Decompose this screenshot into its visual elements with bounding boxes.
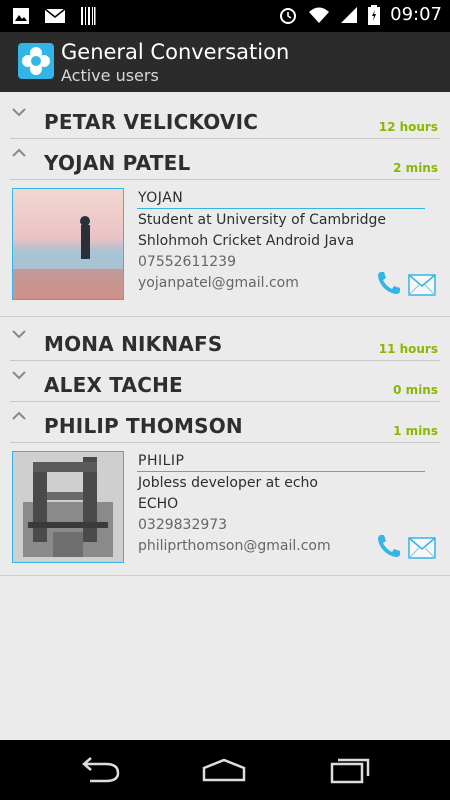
group-name: PETAR VELICKOVIC <box>44 110 259 134</box>
last-active-time: 1 mins <box>393 424 438 438</box>
contact-email[interactable]: philiprthomson@gmail.com <box>138 538 331 554</box>
chevron-down-icon <box>12 108 26 117</box>
battery-icon <box>368 4 381 25</box>
signal-icon <box>341 6 358 23</box>
contact-phone[interactable]: 0329832973 <box>138 517 227 533</box>
name-underline <box>137 471 425 472</box>
last-active-time: 12 hours <box>378 120 438 134</box>
group-header-mona[interactable]: MONA NIKNAFS 11 hours <box>0 320 450 361</box>
avatar <box>12 188 124 300</box>
status-bar: 09:07 <box>0 0 450 32</box>
group-name: ALEX TACHE <box>44 373 183 397</box>
divider <box>10 442 440 443</box>
mail-icon <box>44 8 66 23</box>
contact-details-yojan: YOJAN Student at University of Cambridge… <box>0 184 450 324</box>
contact-interests: Shlohmoh Cricket Android Java <box>138 233 355 249</box>
email-icon[interactable] <box>408 274 436 296</box>
divider <box>0 316 450 317</box>
wifi-icon <box>309 7 330 23</box>
email-icon[interactable] <box>408 537 436 559</box>
contact-name: PHILIP <box>138 453 185 469</box>
contact-phone[interactable]: 07552611239 <box>138 254 236 270</box>
contact-name: YOJAN <box>138 190 184 206</box>
last-active-time: 0 mins <box>393 383 438 397</box>
divider <box>0 575 450 576</box>
app-logo-icon[interactable] <box>18 43 54 79</box>
contact-interests: ECHO <box>138 496 179 512</box>
contact-email[interactable]: yojanpatel@gmail.com <box>138 275 299 291</box>
gallery-icon <box>13 8 29 24</box>
phone-icon[interactable] <box>376 533 402 559</box>
user-list: PETAR VELICKOVIC 12 hours YOJAN PATEL 2 … <box>0 92 450 740</box>
back-icon[interactable] <box>76 754 124 786</box>
barcode-icon <box>81 7 96 25</box>
group-header-philip[interactable]: PHILIP THOMSON 1 mins <box>0 402 450 443</box>
group-name: MONA NIKNAFS <box>44 332 223 356</box>
contact-details-philip: PHILIP Jobless developer at echo ECHO 03… <box>0 447 450 587</box>
chevron-up-icon <box>12 411 26 420</box>
alarm-icon <box>280 7 297 24</box>
recent-apps-icon[interactable] <box>326 754 374 786</box>
action-bar: General Conversation Active users <box>0 32 450 92</box>
contact-occupation: Student at University of Cambridge <box>138 212 387 228</box>
last-active-time: 11 hours <box>378 342 438 356</box>
group-header-alex[interactable]: ALEX TACHE 0 mins <box>0 361 450 402</box>
page-subtitle: Active users <box>61 66 159 85</box>
name-underline <box>137 208 425 209</box>
page-title: General Conversation <box>61 40 290 64</box>
navigation-bar <box>0 740 450 800</box>
group-name: YOJAN PATEL <box>44 151 191 175</box>
phone-icon[interactable] <box>376 270 402 296</box>
clock: 09:07 <box>390 4 442 25</box>
chevron-down-icon <box>12 371 26 380</box>
contact-occupation: Jobless developer at echo <box>138 475 318 491</box>
last-active-time: 2 mins <box>393 161 438 175</box>
group-header-yojan[interactable]: YOJAN PATEL 2 mins <box>0 139 450 180</box>
divider <box>10 179 440 180</box>
chevron-down-icon <box>12 330 26 339</box>
group-header-petar[interactable]: PETAR VELICKOVIC 12 hours <box>0 98 450 139</box>
avatar <box>12 451 124 563</box>
home-icon[interactable] <box>200 754 248 786</box>
chevron-up-icon <box>12 148 26 157</box>
group-name: PHILIP THOMSON <box>44 414 243 438</box>
